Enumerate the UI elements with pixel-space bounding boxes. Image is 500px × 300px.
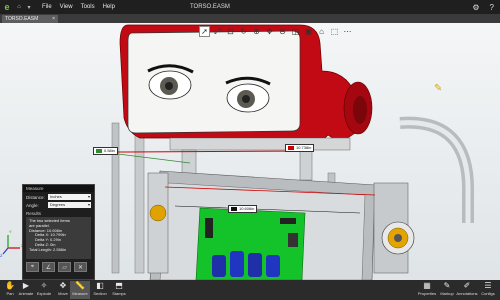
tab-torso[interactable]: TORSO.EASM × [2,15,58,23]
properties-button[interactable]: ▦ Properties [416,281,438,299]
select-arrow-icon[interactable]: ➚ [199,26,210,37]
stamp-icon: ⬒ [115,281,123,290]
ruler-icon: 📏 [75,281,85,290]
measure-label-green[interactable]: 0.58in [93,147,118,155]
explode-button[interactable]: ✧ Explode [34,281,54,299]
results-label: Results [26,211,42,216]
rotate-icon[interactable]: ↻ [238,26,249,37]
dropdown-icon[interactable]: ▾ [24,0,34,14]
angle-units-select[interactable]: Degrees [48,202,91,208]
pencil-icon: ✎ [443,281,451,290]
distance-label: Distance: [26,194,45,200]
configs-button[interactable]: ☰ Configs [478,281,498,299]
axis-triad [2,235,20,255]
pointer-cursor-icon: ✎ [434,83,443,94]
menu-file[interactable]: File [42,4,52,10]
measure-edge-icon[interactable]: ∠ [42,262,55,272]
view-toolbar: ➚ ⤢ ⊡ ↻ ⊕ ✥ ⊖ ◫ ▣ ⌂ ⬚ ⋯ [199,26,353,37]
color-swatch [96,148,102,153]
axis-label-y: Y [9,229,12,234]
edrawings-logo-icon[interactable]: e [0,0,14,14]
display-style-icon[interactable]: ▣ [303,26,314,37]
measure-point-icon[interactable]: ⌖ [26,262,39,272]
zoom-out-icon[interactable]: ⊖ [277,26,288,37]
pan-icon[interactable]: ✥ [264,26,275,37]
tab-label: TORSO.EASM [5,16,39,22]
menu-bar: e ⌂ ▾ File View Tools Help TORSO.EASM ⚙ … [0,0,500,14]
help-icon[interactable]: ? [490,3,494,12]
measure-clear-icon[interactable]: ✕ [74,262,87,272]
rail-tube-right [399,116,475,223]
cube-icon[interactable]: ⬚ [329,26,340,37]
animate-button[interactable]: ▶ Animate [16,281,36,299]
settings-gear-icon[interactable]: ⚙ [472,3,479,12]
measure-label-red[interactable]: 10.738in [285,144,315,152]
zoom-fit-icon[interactable]: ⤢ [212,26,223,37]
measure-line-red [117,150,313,153]
zoom-area-icon[interactable]: ⊡ [225,26,236,37]
view-orientation-icon[interactable]: ◫ [290,26,301,37]
section-button[interactable]: ◧ Section [90,281,110,299]
results-box: The two selected items are parallel. Dis… [26,217,91,259]
markup-button[interactable]: ✎ Markup [437,281,457,299]
section-icon: ◧ [96,281,104,290]
measure-face-icon[interactable]: ▱ [58,262,71,272]
menu-tools[interactable]: Tools [81,4,95,10]
home-view-icon[interactable]: ⌂ [316,26,327,37]
color-swatch [231,206,237,211]
document-title: TORSO.EASM [190,4,230,10]
measure-panel-title: Measure [23,185,94,192]
more-icon[interactable]: ⋯ [342,26,353,37]
measure-panel: Measure Distance: Inches Angle: Degrees … [22,184,95,280]
tab-bar: TORSO.EASM × [0,14,500,23]
result-line: Total Length: 2.556in [29,246,67,252]
zoom-icon[interactable]: ⊕ [251,26,262,37]
axis-label-z: Z [0,253,3,258]
properties-icon: ▦ [423,281,431,290]
measure-label-black[interactable]: 10.606in [228,205,258,213]
angle-label: Angle: [26,202,39,208]
bottom-toolbar: ✋ Pan ▶ Animate ✧ Explode ✥ Move 📏 Measure ◧ S… [0,280,500,300]
stamps-button[interactable]: ⬒ Stamps [109,281,129,299]
close-icon[interactable]: × [52,15,55,23]
measure-button[interactable]: 📏 Measure [70,281,90,299]
explode-icon: ✧ [40,281,48,290]
distance-units-select[interactable]: Inches [48,194,91,200]
animate-icon: ▶ [22,281,30,290]
configs-icon: ☰ [484,281,492,290]
home-icon[interactable]: ⌂ [14,0,24,14]
annotations-icon: ✐ [463,281,471,290]
annotations-button[interactable]: ✐ Annotations [455,281,479,299]
menu-view[interactable]: View [60,4,73,10]
color-swatch [288,145,294,150]
menu-help[interactable]: Help [103,4,115,10]
